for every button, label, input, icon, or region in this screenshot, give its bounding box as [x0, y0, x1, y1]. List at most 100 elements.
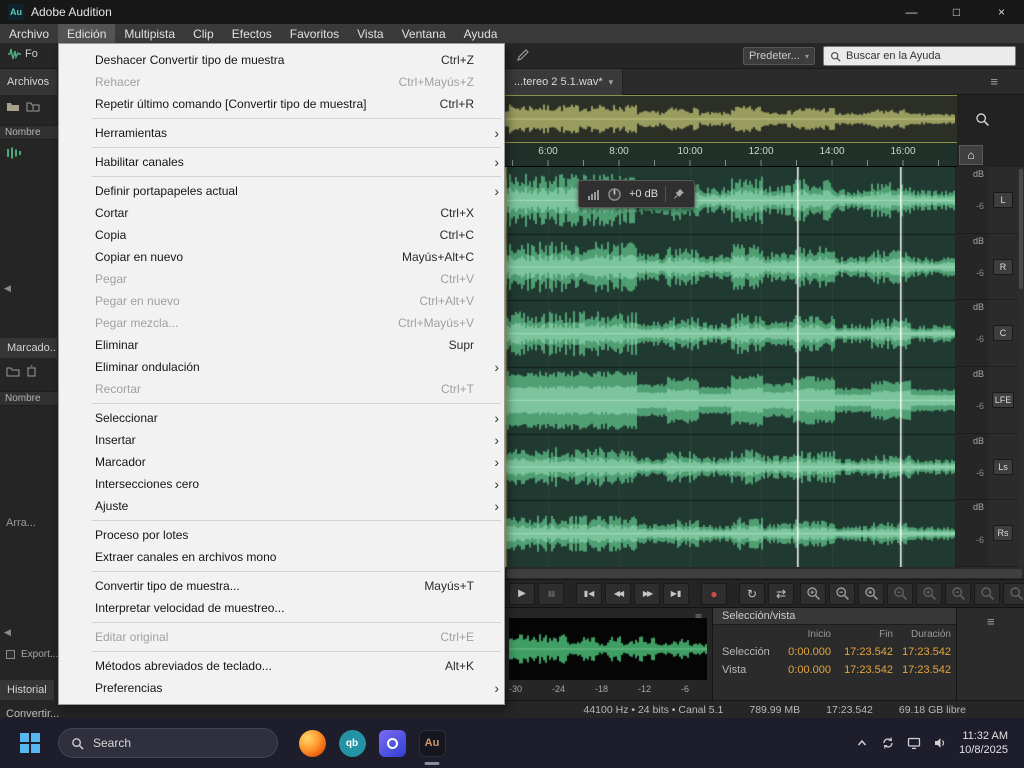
pin-icon[interactable]	[673, 188, 685, 200]
vertical-scrollbar[interactable]	[1018, 167, 1024, 567]
zoom-icon[interactable]	[975, 112, 990, 127]
menu-item-habilitar-canales[interactable]: Habilitar canales ›	[59, 151, 504, 173]
timecode-field[interactable]: 17:23.542	[834, 664, 896, 676]
gain-knob[interactable]	[607, 187, 622, 202]
markers-panel-tab[interactable]: Marcado...	[0, 338, 58, 358]
menubar-item-ventana[interactable]: Ventana	[393, 24, 455, 43]
workspace-preset-dropdown[interactable]: Predeter... ▾	[743, 47, 815, 65]
menubar-item-vista[interactable]: Vista	[348, 24, 392, 43]
history-panel-tab[interactable]: Historial	[0, 680, 55, 700]
menubar-item-archivo[interactable]: Archivo	[0, 24, 58, 43]
menu-item-pegar-en-nuevo[interactable]: Pegar en nuevo Ctrl+Alt+V	[59, 290, 504, 312]
checkbox-icon[interactable]	[6, 650, 15, 659]
channel-badge-ls[interactable]: Ls	[993, 458, 1013, 475]
zoom-to-selection-out-button[interactable]	[945, 582, 971, 605]
loop-playback-button[interactable]: ↻	[739, 582, 765, 605]
menu-item-convertir-tipo-de-muestra[interactable]: Convertir tipo de muestra... Mayús+T	[59, 575, 504, 597]
menu-item-cortar[interactable]: Cortar Ctrl+X	[59, 202, 504, 224]
import-file-icon[interactable]	[26, 101, 40, 112]
taskbar-search-input[interactable]: Search	[58, 728, 278, 758]
taskbar-app-audition[interactable]: Au	[412, 719, 452, 767]
sync-icon[interactable]	[881, 736, 895, 750]
timecode-field[interactable]: 17:23.542	[896, 664, 954, 676]
zoom-in-time-button[interactable]	[800, 582, 826, 605]
menu-item-seleccionar[interactable]: Seleccionar ›	[59, 407, 504, 429]
menu-item-copia[interactable]: Copia Ctrl+C	[59, 224, 504, 246]
skip-to-end-button[interactable]: ▶▮	[663, 582, 689, 605]
menu-item-pegar[interactable]: Pegar Ctrl+V	[59, 268, 504, 290]
menu-item-intersecciones-cero[interactable]: Intersecciones cero ›	[59, 473, 504, 495]
channel-badge-lfe[interactable]: LFE	[991, 391, 1015, 408]
rewind-button[interactable]: ◀◀	[605, 582, 631, 605]
chevron-up-icon[interactable]	[855, 736, 869, 750]
channel-badge-l[interactable]: L	[993, 191, 1013, 208]
menu-item-copiar-en-nuevo[interactable]: Copiar en nuevo Mayús+Alt+C	[59, 246, 504, 268]
taskbar-app-media[interactable]	[372, 719, 412, 767]
menu-item-métodos-abreviados-de-teclado[interactable]: Métodos abreviados de teclado... Alt+K	[59, 655, 504, 677]
menubar-item-edición[interactable]: Edición	[58, 24, 116, 43]
history-list-item[interactable]: Convertir...	[0, 708, 505, 718]
menu-item-herramientas[interactable]: Herramientas ›	[59, 122, 504, 144]
taskbar-app-firefox[interactable]	[292, 719, 332, 767]
taskbar-clock[interactable]: 11:32 AM 10/8/2025	[959, 729, 1008, 758]
zoom-in-amplitude-button[interactable]	[858, 582, 884, 605]
menu-item-repetir-último-comando-convertir-tipo-de-muestra[interactable]: Repetir último comando [Convertir tipo d…	[59, 93, 504, 115]
scroll-left-arrow[interactable]: ◀	[4, 627, 11, 638]
panel-menu-icon[interactable]: ≡	[990, 74, 998, 89]
menubar-item-clip[interactable]: Clip	[184, 24, 223, 43]
menu-item-preferencias[interactable]: Preferencias ›	[59, 677, 504, 699]
editor-file-tab[interactable]: ...tereo 2 5.1.wav* ▾	[505, 69, 624, 95]
panel-menu-icon[interactable]: ≡	[987, 614, 995, 629]
menubar-item-ayuda[interactable]: Ayuda	[455, 24, 507, 43]
menu-item-editar-original[interactable]: Editar original Ctrl+E	[59, 626, 504, 648]
waveform-display[interactable]	[505, 167, 955, 567]
menu-item-deshacer-convertir-tipo-de-muestra[interactable]: Deshacer Convertir tipo de muestra Ctrl+Z	[59, 49, 504, 71]
menubar-item-favoritos[interactable]: Favoritos	[281, 24, 348, 43]
menu-item-eliminar[interactable]: Eliminar Supr	[59, 334, 504, 356]
close-button[interactable]: ×	[979, 0, 1024, 24]
menu-item-insertar[interactable]: Insertar ›	[59, 429, 504, 451]
horizontal-scrollbar[interactable]	[505, 567, 1024, 580]
folder-icon[interactable]	[6, 366, 20, 377]
zoom-overview-strip[interactable]	[505, 95, 957, 143]
menu-item-definir-portapapeles-actual[interactable]: Definir portapapeles actual ›	[59, 180, 504, 202]
channel-badge-r[interactable]: R	[993, 258, 1013, 275]
timecode-field[interactable]: 17:23.542	[896, 646, 954, 658]
timecode-field[interactable]: 0:00.000	[775, 646, 834, 658]
taskbar-app-quickbooks[interactable]: qb	[332, 719, 372, 767]
menu-item-marcador[interactable]: Marcador ›	[59, 451, 504, 473]
gain-hud[interactable]: +0 dB	[578, 180, 696, 208]
channel-badge-c[interactable]: C	[993, 325, 1013, 342]
menu-item-proceso-por-lotes[interactable]: Proceso por lotes	[59, 524, 504, 546]
skip-selection-button[interactable]: ⇄	[768, 582, 794, 605]
trash-icon[interactable]	[26, 365, 37, 377]
menubar-item-efectos[interactable]: Efectos	[223, 24, 281, 43]
waveform-view-button[interactable]: Fo	[8, 48, 54, 60]
scroll-left-arrow[interactable]: ◀	[4, 283, 11, 294]
menu-item-rehacer[interactable]: Rehacer Ctrl+Mayús+Z	[59, 71, 504, 93]
menu-item-recortar[interactable]: Recortar Ctrl+T	[59, 378, 504, 400]
timecode-field[interactable]: 0:00.000	[775, 664, 834, 676]
menu-item-pegar-mezcla[interactable]: Pegar mezcla... Ctrl+Mayús+V	[59, 312, 504, 334]
zoom-out-time-button[interactable]	[829, 582, 855, 605]
skip-to-start-button[interactable]: ▮◀	[576, 582, 602, 605]
fast-forward-button[interactable]: ▶▶	[634, 582, 660, 605]
folder-icon[interactable]	[6, 101, 20, 112]
zoom-to-selection-button[interactable]	[974, 582, 1000, 605]
menubar-item-multipista[interactable]: Multipista	[115, 24, 184, 43]
display-icon[interactable]	[907, 736, 921, 750]
zoom-to-selection-in-button[interactable]	[916, 582, 942, 605]
help-search-input[interactable]: Buscar en la Ayuda	[823, 46, 1016, 66]
zoom-out-amplitude-button[interactable]	[887, 582, 913, 605]
zoom-out-full-button[interactable]	[1003, 582, 1024, 605]
timecode-field[interactable]: 17:23.542	[834, 646, 896, 658]
files-panel-tab[interactable]: Archivos	[0, 69, 58, 95]
menu-item-interpretar-velocidad-de-muestreo[interactable]: Interpretar velocidad de muestreo...	[59, 597, 504, 619]
volume-icon[interactable]	[933, 736, 947, 750]
menu-item-eliminar-ondulación[interactable]: Eliminar ondulación ›	[59, 356, 504, 378]
menu-item-ajuste[interactable]: Ajuste ›	[59, 495, 504, 517]
record-button[interactable]: ●	[701, 582, 727, 605]
home-icon[interactable]: ⌂	[959, 145, 983, 165]
minimize-button[interactable]: —	[889, 0, 934, 24]
start-button[interactable]	[16, 723, 44, 763]
